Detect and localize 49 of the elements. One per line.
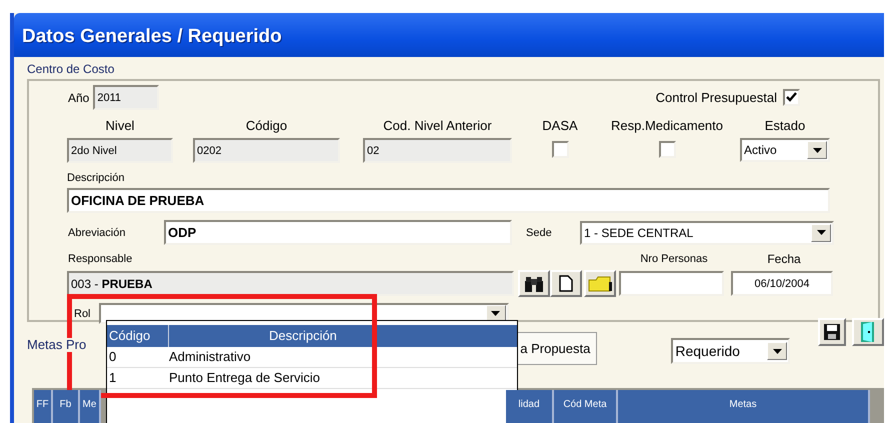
field-label: Estado (764, 119, 806, 133)
list-row[interactable]: 0 Administrativo (107, 347, 517, 368)
save-icon[interactable] (818, 318, 846, 346)
field-label: Nivel (106, 119, 134, 133)
window-title: Datos Generales / Requerido (14, 13, 884, 57)
column-header[interactable]: lidad (506, 390, 554, 423)
field-label: Año (68, 90, 90, 104)
checkbox[interactable] (658, 141, 676, 158)
field-label: DASA (542, 119, 578, 133)
proposal-button[interactable]: a Propuesta (515, 332, 598, 365)
field-label: Abreviación (68, 226, 126, 240)
people-count-field[interactable] (619, 271, 724, 296)
text-field[interactable]: 2do Nivel (67, 138, 173, 163)
checkbox-label: Control Presupuestal (656, 90, 777, 104)
search-icon[interactable] (518, 270, 550, 297)
date-field[interactable]: 06/10/2004 (731, 271, 833, 296)
field-label: Rol (74, 306, 92, 320)
status-dropdown[interactable]: Activo (740, 138, 830, 162)
checkbox[interactable] (552, 141, 568, 158)
new-document-icon[interactable] (550, 270, 582, 297)
section-title: Metas Pro (27, 338, 86, 352)
field-label: Código (246, 119, 288, 133)
field-label: Descripción (67, 171, 126, 185)
field-label: Responsable (68, 252, 134, 266)
group-title: Centro de Costo (27, 63, 116, 76)
column-header[interactable]: Me (80, 390, 101, 423)
column-header[interactable]: Código (107, 325, 169, 347)
filter-dropdown[interactable]: Requerido (671, 338, 790, 364)
text-field[interactable]: 0202 (193, 138, 340, 163)
field-label: Resp.Medicamento (611, 119, 723, 133)
list-row[interactable]: 1 Punto Entrega de Servicio (107, 368, 517, 389)
field-label: Fecha (766, 252, 802, 266)
year-field[interactable]: 2011 (93, 85, 160, 110)
folder-icon[interactable] (584, 270, 616, 297)
column-header[interactable]: FF (34, 390, 53, 423)
text-field[interactable]: 02 (363, 138, 512, 163)
column-header[interactable]: Metas (618, 390, 870, 423)
column-header[interactable]: Descripción (169, 325, 337, 347)
description-field[interactable]: OFICINA DE PRUEBA (67, 188, 830, 213)
field-label: Nro Personas (639, 252, 709, 266)
abbreviation-field[interactable]: ODP (164, 220, 512, 245)
column-header[interactable]: Fb (53, 390, 80, 423)
field-label: Sede (526, 226, 553, 240)
exit-door-icon[interactable] (852, 318, 884, 346)
field-label: Cod. Nivel Anterior (383, 119, 492, 133)
column-header[interactable]: Cód Meta (554, 390, 618, 423)
responsible-field[interactable]: 003 - PRUEBA (67, 271, 514, 296)
checkbox[interactable] (783, 89, 800, 106)
site-dropdown[interactable]: 1 - SEDE CENTRAL (580, 220, 834, 244)
